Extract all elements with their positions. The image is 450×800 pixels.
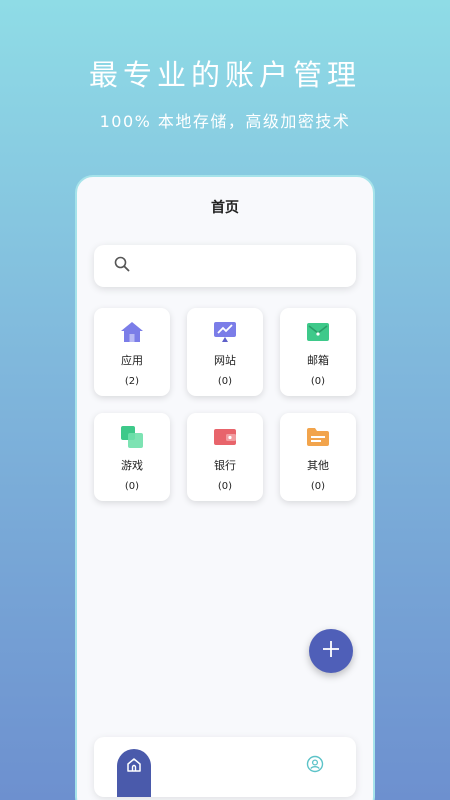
category-card-other[interactable]: 其他 (0) (280, 413, 356, 501)
bottom-tab-bar (94, 737, 356, 797)
category-card-bank[interactable]: 银行 (0) (187, 413, 263, 501)
plus-icon (322, 640, 340, 662)
game-squares-icon (120, 425, 144, 449)
hero-subtitle: 100% 本地存储，高级加密技术 (99, 112, 351, 131)
category-count: (0) (310, 481, 326, 492)
tab-profile[interactable] (306, 755, 324, 773)
add-button[interactable] (309, 629, 353, 673)
phone-frame: 首页 应用 (2) 网站 (0) 邮箱 (0) 游戏 (0) 银行 (0) 其他… (75, 175, 375, 800)
category-count: (0) (217, 376, 233, 387)
category-label: 邮箱 (307, 354, 329, 367)
category-card-website[interactable]: 网站 (0) (187, 308, 263, 396)
category-count: (0) (124, 481, 140, 492)
home-tab-icon (126, 757, 142, 797)
category-label: 游戏 (121, 459, 143, 472)
category-label: 应用 (121, 354, 143, 367)
category-card-app[interactable]: 应用 (2) (94, 308, 170, 396)
category-count: (0) (310, 376, 326, 387)
category-count: (0) (217, 481, 233, 492)
category-label: 其他 (307, 459, 329, 472)
tab-home[interactable] (117, 749, 151, 797)
page-title: 首页 (211, 200, 239, 216)
category-grid: 应用 (2) 网站 (0) 邮箱 (0) 游戏 (0) 银行 (0) 其他 (0… (94, 308, 358, 501)
category-label: 网站 (214, 354, 236, 367)
search-input[interactable] (94, 245, 356, 287)
wallet-icon (213, 425, 237, 449)
monitor-chart-icon (213, 320, 237, 344)
search-icon (114, 256, 130, 276)
profile-icon (306, 755, 324, 777)
category-card-email[interactable]: 邮箱 (0) (280, 308, 356, 396)
hero-title: 最专业的账户管理 (88, 58, 361, 92)
envelope-icon (306, 320, 330, 344)
folder-icon (306, 425, 330, 449)
category-label: 银行 (214, 459, 236, 472)
category-card-game[interactable]: 游戏 (0) (94, 413, 170, 501)
home-icon (120, 320, 144, 344)
category-count: (2) (124, 376, 140, 387)
